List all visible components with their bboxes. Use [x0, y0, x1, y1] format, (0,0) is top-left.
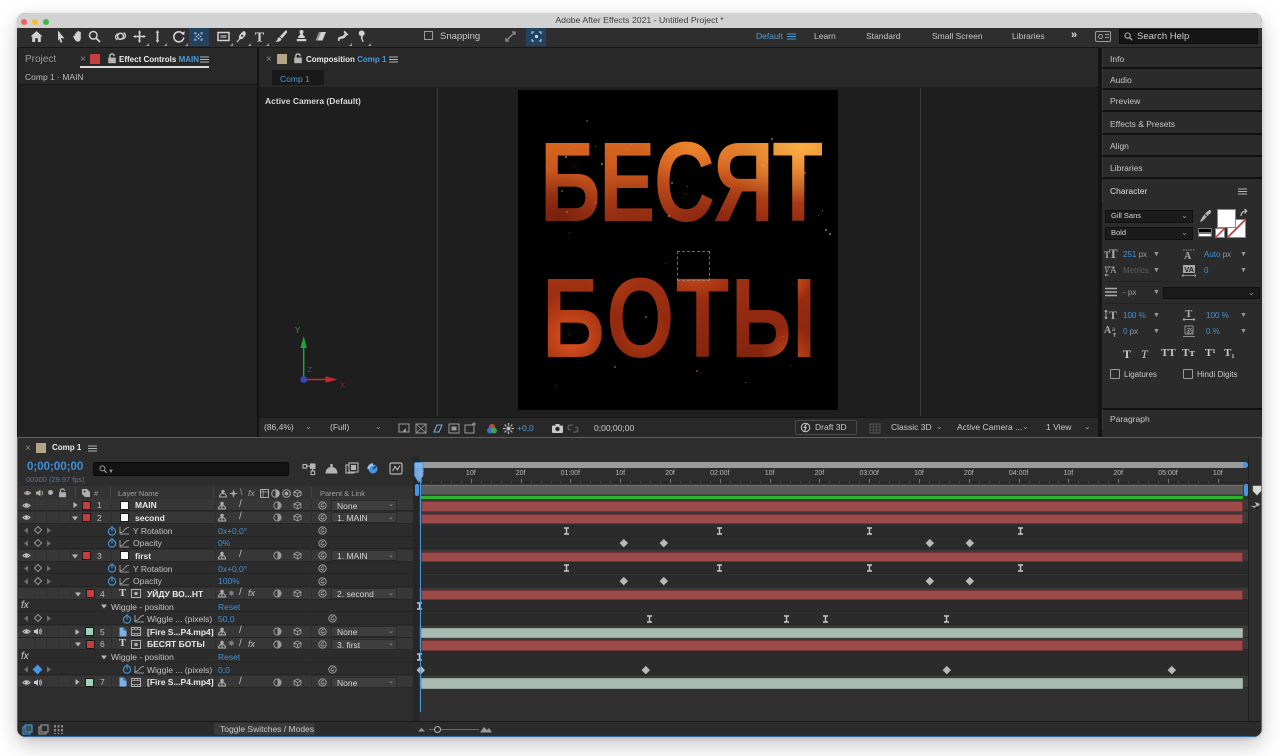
svg-text:A: A	[1104, 325, 1112, 336]
svg-text:T: T	[255, 31, 265, 46]
svg-text:T: T	[1109, 308, 1117, 322]
svg-text:A: A	[1110, 265, 1117, 275]
svg-text:X: X	[340, 381, 346, 390]
svg-text:Z: Z	[308, 365, 313, 374]
svg-text:a: a	[1112, 325, 1116, 333]
svg-text:T: T	[1109, 246, 1118, 261]
svg-text:A: A	[1184, 251, 1192, 262]
svg-text:VA: VA	[1184, 265, 1194, 274]
svg-text:あ: あ	[1186, 327, 1193, 335]
svg-text:T: T	[1185, 308, 1193, 320]
svg-text:Y: Y	[295, 326, 301, 335]
